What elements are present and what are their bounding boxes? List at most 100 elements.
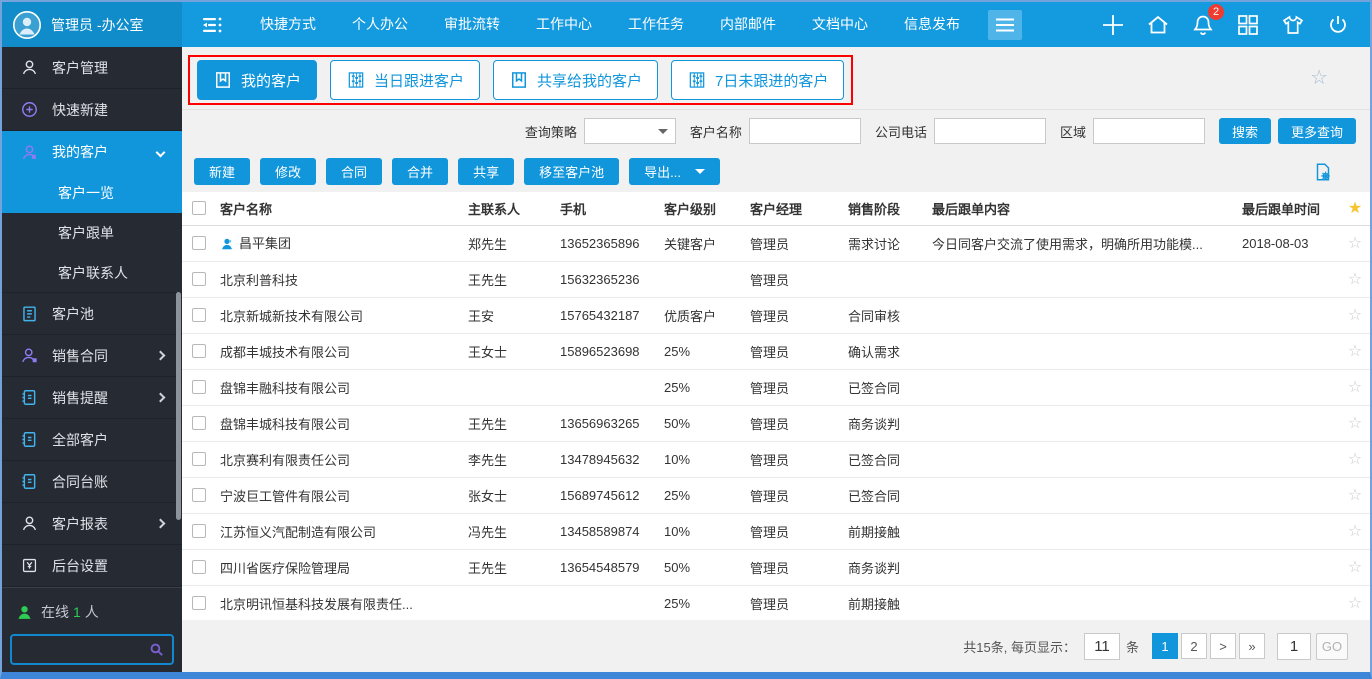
column-header-customer-name[interactable]: 客户名称 <box>216 192 464 226</box>
table-row[interactable]: 北京赛利有限责任公司 李先生 13478945632 10% 管理员 已签合同 … <box>182 441 1370 478</box>
customer-name-link[interactable]: 昌平集团 <box>239 236 291 251</box>
sidebar-item-my-customers[interactable]: 我的客户 <box>2 131 182 173</box>
row-checkbox[interactable] <box>192 415 206 430</box>
table-row[interactable]: 江苏恒义汽配制造有限公司 冯先生 13458589874 10% 管理员 前期接… <box>182 513 1370 550</box>
customer-name-input[interactable] <box>748 118 861 144</box>
sidebar-item-quick-create[interactable]: 快速新建 <box>2 89 182 131</box>
sidebar-item-all-customers[interactable]: 全部客户 <box>2 419 182 461</box>
share-button[interactable]: 共享 <box>458 158 515 185</box>
page-button-2[interactable]: 2 <box>1181 633 1207 659</box>
row-checkbox[interactable] <box>192 235 206 250</box>
sidebar-item-backend-settings[interactable]: 后台设置 <box>2 545 182 587</box>
goto-page-input[interactable] <box>1277 632 1311 660</box>
table-row[interactable]: 成都丰城技术有限公司 王女士 15896523698 25% 管理员 确认需求 … <box>182 333 1370 370</box>
search-icon[interactable] <box>148 641 165 658</box>
page-next-button[interactable]: > <box>1210 633 1236 659</box>
customer-name-link[interactable]: 北京明讯恒基科技发展有限责任... <box>220 597 413 612</box>
favorite-column-star-icon[interactable]: ★ <box>1348 200 1362 217</box>
customer-name-link[interactable]: 盘锦丰融科技有限公司 <box>220 381 350 396</box>
row-checkbox[interactable] <box>192 559 206 574</box>
sidebar-item-customer-pool[interactable]: 客户池 <box>2 293 182 335</box>
page-last-button[interactable]: » <box>1239 633 1265 659</box>
tab-today-followup[interactable]: 当日跟进客户 <box>330 60 481 100</box>
home-icon[interactable] <box>1135 13 1180 37</box>
strategy-select[interactable] <box>583 118 676 144</box>
row-checkbox[interactable] <box>192 595 206 610</box>
column-header-primary-contact[interactable]: 主联系人 <box>464 192 556 226</box>
customer-name-link[interactable]: 盘锦丰城科技有限公司 <box>220 417 350 432</box>
table-row[interactable]: 北京明讯恒基科技发展有限责任... 25% 管理员 前期接触 ☆ <box>182 585 1370 620</box>
page-button-1[interactable]: 1 <box>1152 633 1178 659</box>
select-all-checkbox[interactable] <box>192 200 206 215</box>
customer-name-link[interactable]: 北京赛利有限责任公司 <box>220 453 350 468</box>
favorite-star-icon[interactable]: ☆ <box>1348 559 1362 576</box>
customer-name-link[interactable]: 北京新城新技术有限公司 <box>220 309 363 324</box>
favorite-page-star-icon[interactable]: ☆ <box>1310 65 1328 90</box>
row-checkbox[interactable] <box>192 523 206 538</box>
favorite-star-icon[interactable]: ☆ <box>1348 307 1362 324</box>
more-search-button[interactable]: 更多查询 <box>1277 118 1356 144</box>
search-button[interactable]: 搜索 <box>1218 118 1271 144</box>
power-logout-icon[interactable] <box>1315 13 1360 37</box>
favorite-star-icon[interactable]: ☆ <box>1348 451 1362 468</box>
tab-my-customers[interactable]: 我的客户 <box>197 60 318 100</box>
table-row[interactable]: 四川省医疗保险管理局 王先生 13654548579 50% 管理员 商务谈判 … <box>182 549 1370 586</box>
nav-item-personal-office[interactable]: 个人办公 <box>334 2 426 47</box>
row-checkbox[interactable] <box>192 343 206 358</box>
sidebar-item-sales-contracts[interactable]: 销售合同 <box>2 335 182 377</box>
new-button[interactable]: 新建 <box>194 158 251 185</box>
favorite-star-icon[interactable]: ☆ <box>1348 415 1362 432</box>
favorite-star-icon[interactable]: ☆ <box>1348 379 1362 396</box>
customer-name-link[interactable]: 成都丰城技术有限公司 <box>220 345 350 360</box>
column-header-manager[interactable]: 客户经理 <box>746 192 844 226</box>
row-checkbox[interactable] <box>192 451 206 466</box>
column-header-mobile[interactable]: 手机 <box>556 192 660 226</box>
merge-button[interactable]: 合并 <box>392 158 449 185</box>
edit-button[interactable]: 修改 <box>260 158 317 185</box>
company-phone-input[interactable] <box>933 118 1046 144</box>
sidebar-item-contract-ledger[interactable]: 合同台账 <box>2 461 182 503</box>
sidebar-item-sales-reminders[interactable]: 销售提醒 <box>2 377 182 419</box>
table-row[interactable]: 宁波巨工管件有限公司 张女士 15689745612 25% 管理员 已签合同 … <box>182 477 1370 514</box>
nav-item-approval-flow[interactable]: 审批流转 <box>426 2 518 47</box>
tab-shared-with-me[interactable]: 共享给我的客户 <box>493 60 659 100</box>
sidebar-item-customer-followup[interactable]: 客户跟单 <box>2 213 182 253</box>
favorite-star-icon[interactable]: ☆ <box>1348 343 1362 360</box>
nav-item-document-center[interactable]: 文档中心 <box>794 2 886 47</box>
column-header-last-time[interactable]: 最后跟单时间 <box>1238 192 1340 226</box>
row-checkbox[interactable] <box>192 271 206 286</box>
column-header-stage[interactable]: 销售阶段 <box>844 192 928 226</box>
contract-button[interactable]: 合同 <box>326 158 383 185</box>
favorite-star-icon[interactable]: ☆ <box>1348 523 1362 540</box>
sidebar-scrollbar[interactable] <box>176 292 181 520</box>
favorite-star-icon[interactable]: ☆ <box>1348 271 1362 288</box>
row-checkbox[interactable] <box>192 487 206 502</box>
tshirt-theme-icon[interactable] <box>1270 13 1315 37</box>
table-row[interactable]: 盘锦丰城科技有限公司 王先生 13656963265 50% 管理员 商务谈判 … <box>182 405 1370 442</box>
apps-grid-icon[interactable] <box>1225 13 1270 37</box>
notification-bell-icon[interactable]: 2 <box>1180 3 1225 37</box>
favorite-star-icon[interactable]: ☆ <box>1348 235 1362 252</box>
sidebar-item-customer-contacts[interactable]: 客户联系人 <box>2 253 182 293</box>
nav-item-work-tasks[interactable]: 工作任务 <box>610 2 702 47</box>
column-settings-icon[interactable] <box>1312 161 1334 183</box>
table-row[interactable]: 北京利普科技 王先生 15632365236 管理员 ☆ <box>182 261 1370 298</box>
row-checkbox[interactable] <box>192 379 206 394</box>
go-button[interactable]: GO <box>1316 632 1348 660</box>
collapse-menu-icon[interactable] <box>202 16 226 34</box>
favorite-star-icon[interactable]: ☆ <box>1348 595 1362 612</box>
customer-name-link[interactable]: 宁波巨工管件有限公司 <box>220 489 350 504</box>
customer-name-link[interactable]: 四川省医疗保险管理局 <box>220 561 350 576</box>
tab-7days-no-followup[interactable]: 7日未跟进的客户 <box>671 60 845 100</box>
row-checkbox[interactable] <box>192 307 206 322</box>
more-menu-icon[interactable] <box>988 9 1022 40</box>
sidebar-item-customer-overview[interactable]: 客户一览 <box>2 173 182 213</box>
nav-item-internal-mail[interactable]: 内部邮件 <box>702 2 794 47</box>
favorite-star-icon[interactable]: ☆ <box>1348 487 1362 504</box>
sidebar-search-input[interactable] <box>19 642 148 657</box>
column-header-level[interactable]: 客户级别 <box>660 192 746 226</box>
user-panel[interactable]: 管理员 -办公室 <box>2 2 182 47</box>
sidebar-item-customer-reports[interactable]: 客户报表 <box>2 503 182 545</box>
customer-name-link[interactable]: 北京利普科技 <box>220 273 298 288</box>
nav-item-info-publish[interactable]: 信息发布 <box>886 2 978 47</box>
